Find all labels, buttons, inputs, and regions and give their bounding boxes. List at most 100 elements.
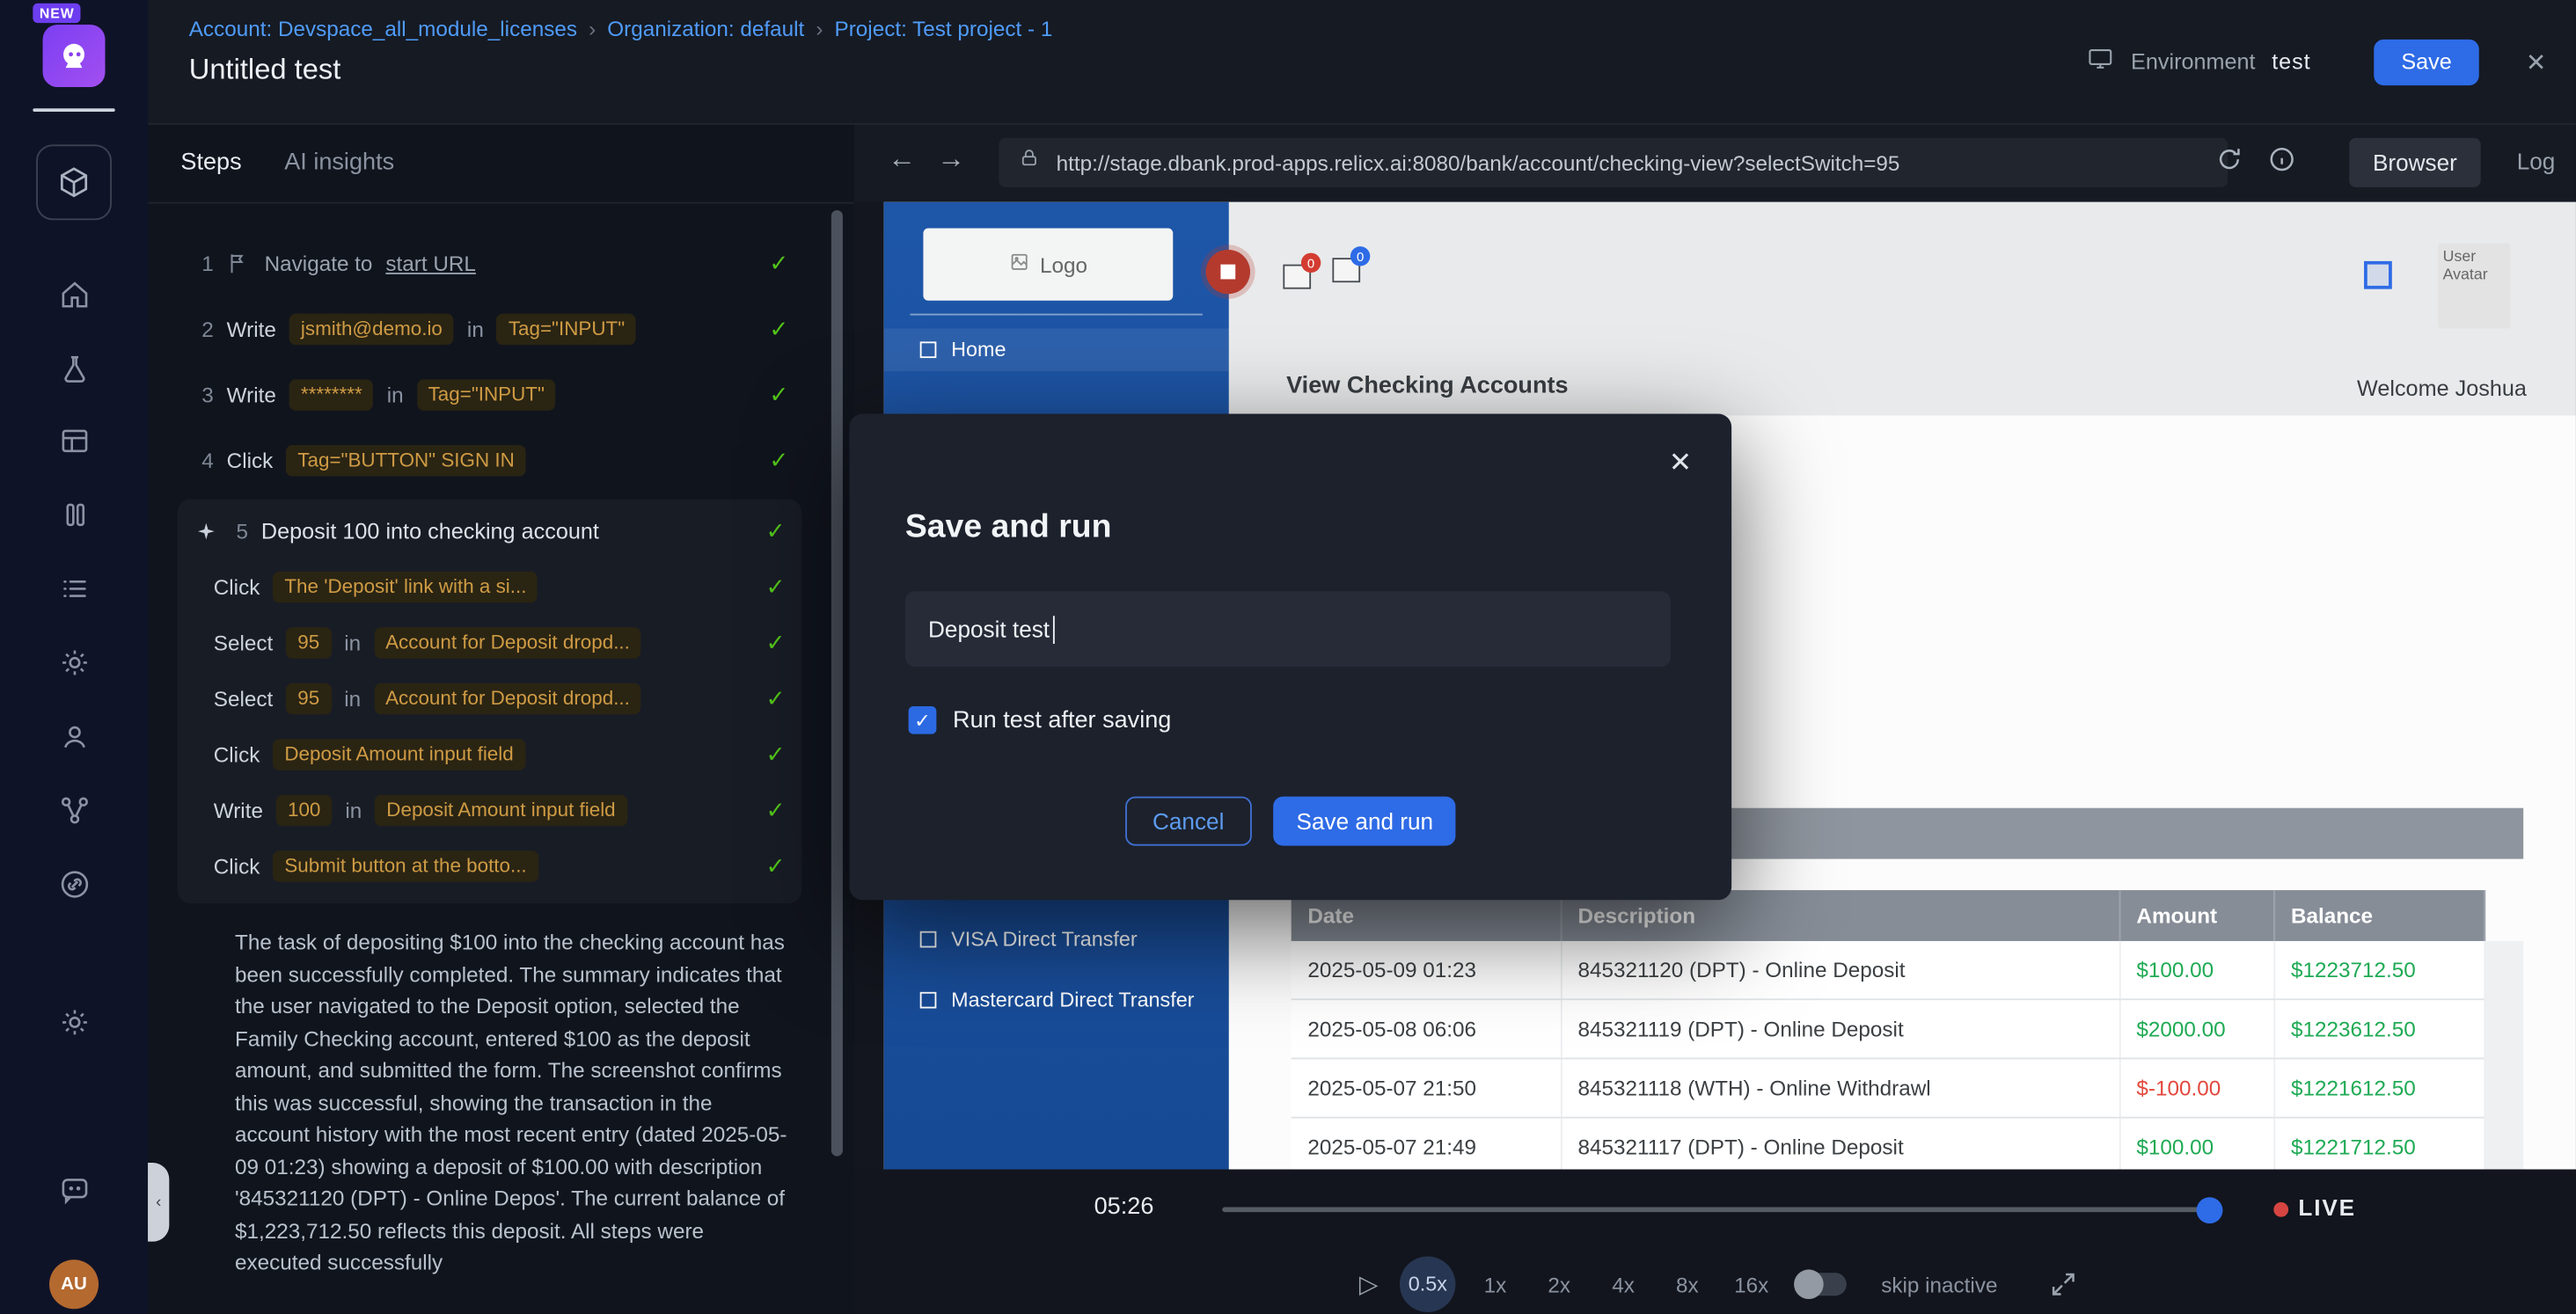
info-icon[interactable]: [2267, 144, 2297, 174]
square-bullet-icon: [920, 931, 937, 948]
speed-8x[interactable]: 8x: [1663, 1272, 1712, 1296]
rail-item-data-table[interactable]: [55, 420, 94, 460]
rail-item-lab[interactable]: [55, 348, 94, 388]
tab-browser[interactable]: Browser: [2349, 138, 2480, 187]
substep-click-amount[interactable]: Click Deposit Amount input field ✓: [194, 726, 785, 781]
speed-4x[interactable]: 4x: [1599, 1272, 1648, 1296]
cell-description: 845321120 (DPT) - Online Deposit: [1561, 941, 2119, 999]
rail-item-admin-settings[interactable]: [55, 1002, 94, 1041]
step-connector: in: [387, 382, 404, 406]
checkbox-label: Run test after saving: [953, 707, 1171, 734]
step-row-write-email[interactable]: 2 Write jsmith@demo.io in Tag="INPUT" ✓: [191, 296, 789, 361]
save-and-run-modal: ✕ Save and run Deposit test ✓ Run test a…: [849, 414, 1731, 901]
step-value-badge: 95: [286, 683, 331, 713]
modal-close-icon[interactable]: ✕: [1665, 443, 1695, 483]
panel-collapse-handle[interactable]: ‹: [148, 1163, 169, 1242]
tab-steps[interactable]: Steps: [180, 150, 241, 176]
rail-item-columns[interactable]: [55, 494, 94, 534]
group-step-row[interactable]: 5 Deposit 100 into checking account ✓: [194, 502, 785, 558]
breadcrumb-organization[interactable]: Organization: default: [607, 17, 804, 41]
overlay-frame-icon-2[interactable]: 0: [1332, 258, 1360, 282]
breadcrumb-account[interactable]: Account: Devspace_all_module_licenses: [189, 17, 577, 41]
stop-recording-button[interactable]: [1206, 250, 1250, 294]
rail-item-personas[interactable]: [55, 716, 94, 756]
url-bar[interactable]: http://stage.dbank.prod-apps.relicx.ai:8…: [999, 138, 2228, 187]
scrollbar-thumb[interactable]: [831, 210, 843, 1157]
header-left: Account: Devspace_all_module_licenses › …: [189, 17, 1053, 87]
tab-log[interactable]: Log: [2506, 146, 2565, 176]
environment-value[interactable]: test: [2272, 49, 2310, 74]
substep-write-amount[interactable]: Write 100 in Deposit Amount input field …: [194, 782, 785, 837]
bank-menu-home[interactable]: Home: [884, 328, 1229, 371]
table-scrollbar-track[interactable]: [2484, 941, 2523, 1170]
selection-box-icon[interactable]: [2364, 261, 2392, 289]
substep-click-deposit-link[interactable]: Click The 'Deposit' link with a si... ✓: [194, 558, 785, 614]
fullscreen-icon[interactable]: [2048, 1269, 2078, 1299]
workflow-icon: [56, 792, 91, 827]
user-avatar[interactable]: AU: [49, 1259, 99, 1309]
app-root: NEW AU Account: Devspace_all_module_lice…: [0, 0, 2576, 1314]
step-value-badge: jsmith@demo.io: [289, 313, 454, 344]
rail-item-workflows[interactable]: [55, 790, 94, 829]
rail-item-home[interactable]: [55, 274, 94, 314]
rail-item-support-chat[interactable]: [55, 1170, 94, 1209]
rail-item-tests[interactable]: [36, 144, 112, 220]
play-icon[interactable]: ▷: [1352, 1269, 1385, 1299]
cell-balance: $1223712.50: [2273, 941, 2484, 999]
overlay-frame-icon-1[interactable]: 0: [1283, 265, 1311, 289]
icon-rail: NEW AU: [0, 0, 148, 1314]
playback-track[interactable]: [1222, 1207, 2207, 1212]
step-row-write-password[interactable]: 3 Write ******** in Tag="INPUT" ✓: [191, 361, 789, 427]
step-target-badge: The 'Deposit' link with a si...: [273, 571, 538, 602]
substep-select-account-1[interactable]: Select 95 in Account for Deposit dropd..…: [194, 614, 785, 669]
checkbox-checked-icon[interactable]: ✓: [909, 706, 937, 734]
back-button[interactable]: ←: [884, 142, 920, 175]
tab-ai-insights[interactable]: AI insights: [284, 150, 394, 176]
start-url-link[interactable]: start URL: [385, 251, 476, 275]
step-target-badge: Deposit Amount input field: [273, 738, 524, 769]
test-name-input[interactable]: Deposit test: [905, 591, 1671, 667]
close-icon[interactable]: ✕: [2522, 43, 2550, 79]
cell-amount: $100.00: [2119, 941, 2274, 999]
step-row-navigate[interactable]: 1 Navigate to start URL ✓: [191, 230, 789, 296]
rail-item-settings[interactable]: [55, 642, 94, 682]
playback-scrubber-handle[interactable]: [2197, 1197, 2223, 1223]
cell-amount: $2000.00: [2119, 999, 2274, 1058]
app-logo[interactable]: [43, 25, 106, 87]
substep-select-account-2[interactable]: Select 95 in Account for Deposit dropd..…: [194, 670, 785, 726]
substep-click-submit[interactable]: Click Submit button at the botto... ✓: [194, 837, 785, 893]
cell-balance: $1221612.50: [2273, 1058, 2484, 1117]
step-row-click-signin[interactable]: 4 Click Tag="BUTTON" SIGN IN ✓: [191, 427, 789, 493]
speed-16x[interactable]: 16x: [1727, 1272, 1776, 1296]
forward-button[interactable]: →: [933, 142, 970, 175]
cell-description: 845321118 (WTH) - Online Withdrawl: [1561, 1058, 2119, 1117]
save-button[interactable]: Save: [2374, 39, 2480, 84]
check-icon: ✓: [766, 740, 786, 768]
bank-welcome-text: Welcome Joshua: [2357, 376, 2527, 401]
step-target-badge: Submit button at the botto...: [273, 850, 538, 880]
check-icon: ✓: [766, 684, 786, 712]
panel-tabs: Steps AI insights: [148, 123, 854, 203]
skip-inactive-toggle[interactable]: [1797, 1273, 1847, 1296]
environment-icon: [2087, 43, 2115, 79]
rail-item-integrations[interactable]: [55, 864, 94, 903]
refresh-icon[interactable]: [2214, 144, 2244, 174]
speed-1x[interactable]: 1x: [1470, 1272, 1519, 1296]
flask-icon: [56, 351, 91, 385]
check-icon: ✓: [769, 380, 788, 408]
bank-menu-mastercard-transfer[interactable]: Mastercard Direct Transfer: [884, 979, 1229, 1022]
bank-menu-visa-transfer[interactable]: VISA Direct Transfer: [884, 918, 1229, 961]
save-and-run-button[interactable]: Save and run: [1273, 797, 1456, 846]
rail-item-checklist[interactable]: [55, 568, 94, 608]
step-connector: in: [344, 630, 361, 654]
cancel-button[interactable]: Cancel: [1124, 797, 1252, 846]
speed-2x[interactable]: 2x: [1534, 1272, 1584, 1296]
run-after-saving-checkbox-row[interactable]: ✓ Run test after saving: [909, 706, 1172, 734]
speed-0-5x[interactable]: 0.5x: [1400, 1256, 1455, 1311]
breadcrumb: Account: Devspace_all_module_licenses › …: [189, 17, 1053, 41]
step-summary: The task of depositing $100 into the che…: [235, 926, 787, 1279]
cell-amount: $100.00: [2119, 1118, 2274, 1170]
test-name-value: Deposit test: [928, 616, 1050, 642]
bank-user-avatar-placeholder[interactable]: User Avatar: [2438, 243, 2510, 328]
breadcrumb-project[interactable]: Project: Test project - 1: [835, 17, 1053, 41]
